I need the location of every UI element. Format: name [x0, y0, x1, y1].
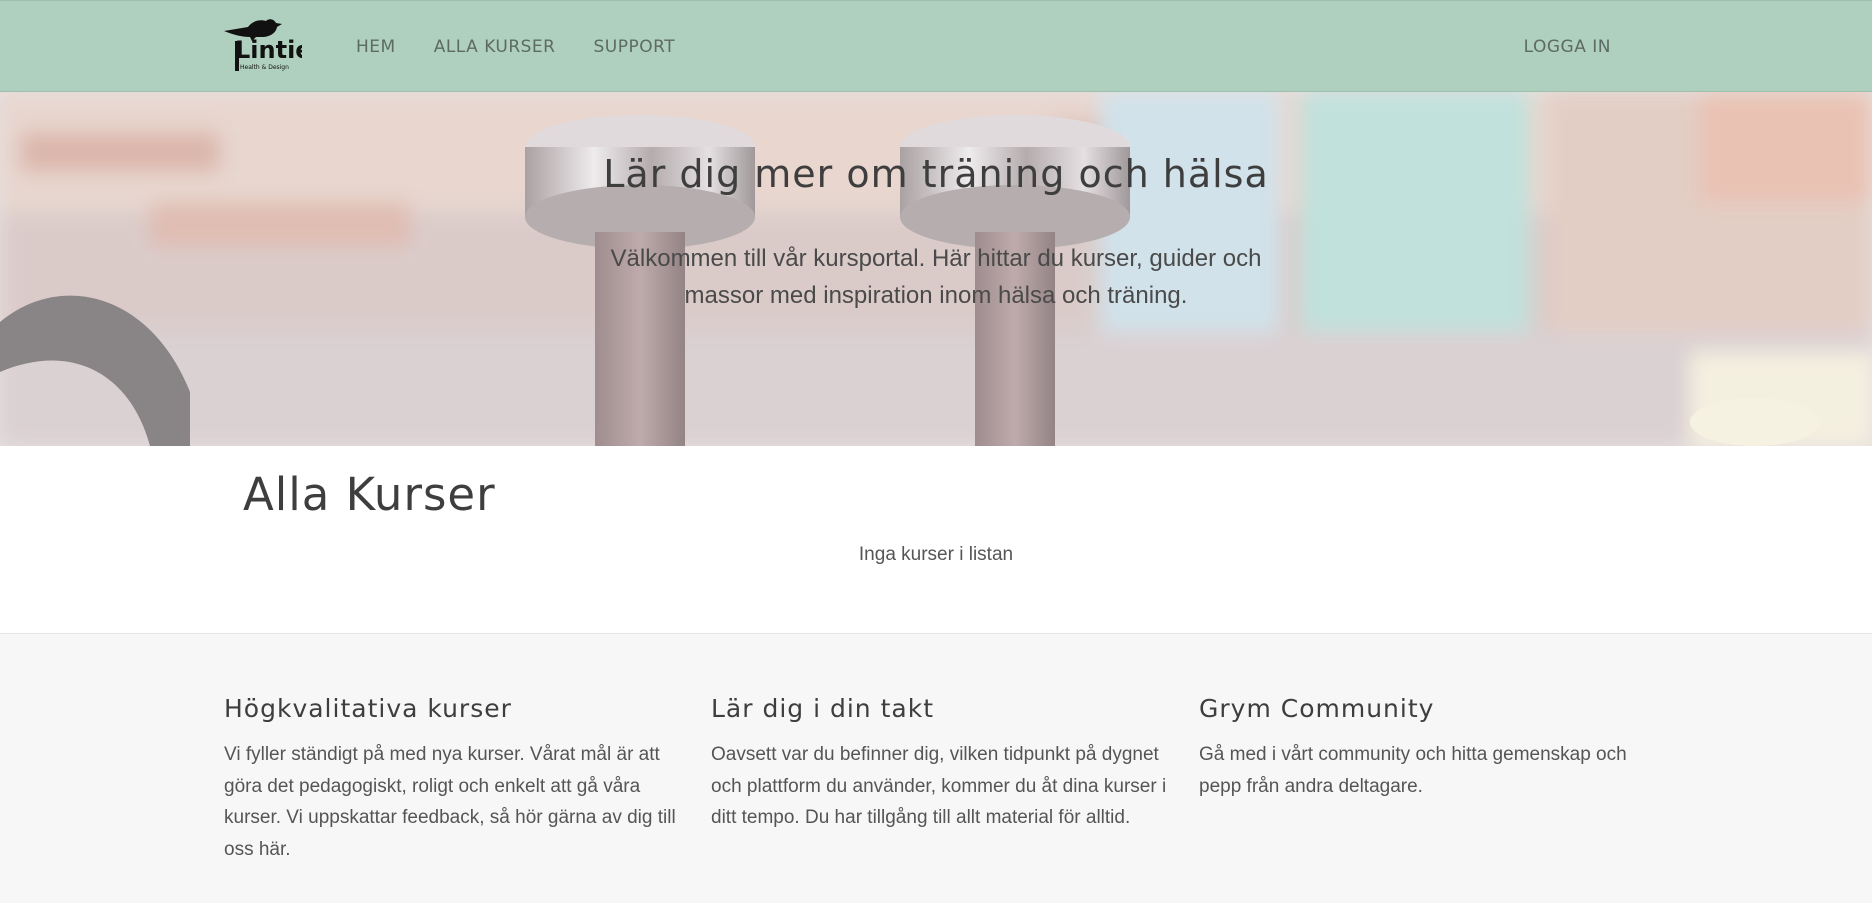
features-section: Högkvalitativa kurser Vi fyller ständigt… [0, 634, 1872, 903]
feature-community: Grym Community Gå med i vårt community o… [1199, 694, 1659, 802]
courses-section: Alla Kurser Inga kurser i listan [0, 446, 1872, 634]
logo-tagline: Health & Design [240, 64, 289, 71]
feature-title: Grym Community [1199, 694, 1435, 723]
hero-title: Lär dig mer om träning och hälsa [603, 152, 1269, 196]
feature-title: Lär dig i din takt [711, 694, 935, 723]
top-navbar: Lintie Health & Design HEM ALLA KURSER S… [0, 0, 1872, 92]
feature-pace: Lär dig i din takt Oavsett var du befinn… [711, 694, 1171, 834]
hero-subtitle: Välkommen till vår kursportal. Här hitta… [610, 245, 1262, 309]
feature-text: Vi fyller ständigt på med nya kurser. Vå… [224, 744, 676, 860]
main-nav: HEM ALLA KURSER SUPPORT [356, 1, 713, 93]
nav-item-support[interactable]: SUPPORT [594, 37, 676, 57]
courses-title: Alla Kurser [243, 468, 496, 521]
nav-item-hem[interactable]: HEM [356, 37, 396, 57]
nav-item-alla-kurser[interactable]: ALLA KURSER [434, 37, 556, 57]
feature-quality: Högkvalitativa kurser Vi fyller ständigt… [224, 694, 684, 865]
login-link[interactable]: LOGGA IN [1524, 1, 1611, 93]
logo-wordmark: Lintie [235, 36, 302, 64]
feature-text: Gå med i vårt community och hitta gemens… [1199, 744, 1627, 797]
courses-empty-message: Inga kurser i listan [858, 544, 1014, 565]
feature-title: Högkvalitativa kurser [224, 694, 512, 723]
hero-banner: Lär dig mer om träning och hälsa Välkomm… [0, 92, 1872, 446]
lintie-logo[interactable]: Lintie Health & Design [222, 15, 302, 73]
feature-text: Oavsett var du befinner dig, vilken tidp… [711, 744, 1167, 828]
